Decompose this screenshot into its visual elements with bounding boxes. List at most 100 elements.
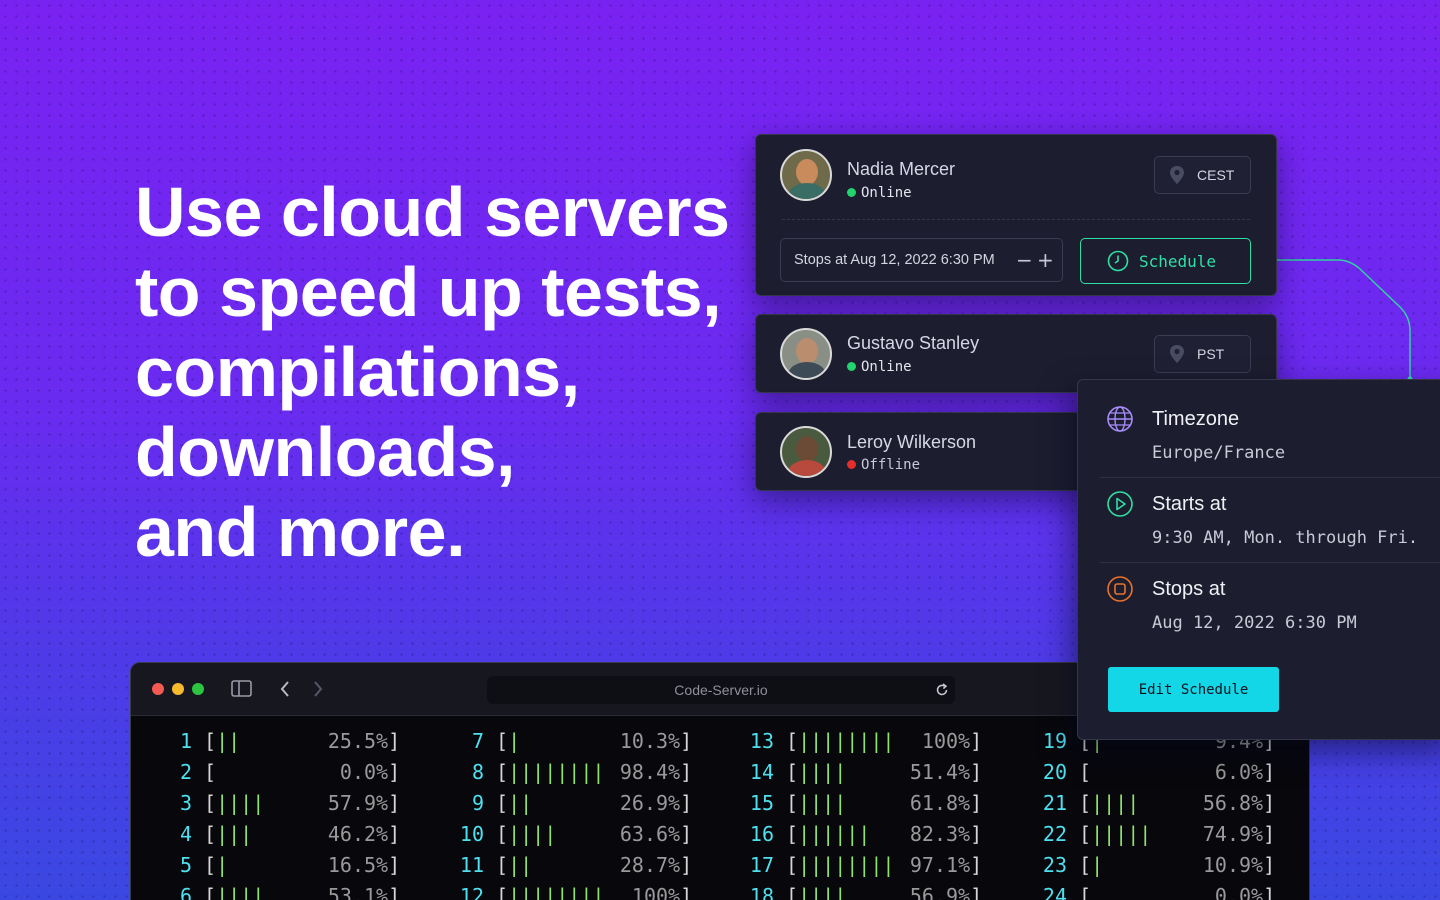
- cpu-core-number: 16: [749, 822, 774, 846]
- cpu-core-row: 20 [6.0%]: [1041, 760, 1275, 784]
- status-dot: [847, 188, 856, 197]
- increment-button[interactable]: +: [1037, 248, 1054, 272]
- stop-circle-icon: [1107, 576, 1133, 602]
- headline-line: Use cloud servers: [135, 173, 730, 251]
- timezone-button[interactable]: PST: [1154, 335, 1251, 373]
- timezone-value: Europe/France: [1152, 443, 1286, 463]
- cpu-core-number: 5: [179, 853, 192, 877]
- chevron-left-icon[interactable]: [279, 680, 291, 698]
- bracket: ]: [388, 884, 401, 900]
- cpu-usage-percent: 10.3%: [619, 729, 681, 753]
- cpu-core-number: 24: [1042, 884, 1067, 900]
- cpu-usage-bars: ||||||||: [508, 884, 605, 900]
- stops-at-value: Stops at Aug 12, 2022 6:30 PM: [794, 252, 995, 268]
- cpu-usage-bars: |||: [216, 822, 253, 846]
- cpu-core-number: 22: [1042, 822, 1067, 846]
- timezone-label: CEST: [1197, 167, 1235, 183]
- minimize-window-button[interactable]: [172, 683, 184, 695]
- bracket: ]: [1263, 884, 1276, 900]
- cpu-usage-percent: 57.9%: [327, 791, 389, 815]
- cpu-usage-percent: 100%: [631, 884, 681, 900]
- cpu-usage-percent: 56.8%: [1202, 791, 1264, 815]
- timezone-button[interactable]: CEST: [1154, 156, 1251, 194]
- sidebar-toggle-icon[interactable]: [231, 680, 252, 697]
- bracket: ]: [680, 853, 693, 877]
- avatar: [780, 149, 832, 201]
- cpu-usage-bars: |||||: [1091, 822, 1152, 846]
- cpu-core-row: 7 [| 10.3%]: [458, 729, 692, 753]
- cpu-core-row: 3 [|||| 57.9%]: [166, 791, 400, 815]
- headline-line: to speed up tests,: [135, 253, 722, 331]
- cpu-core-number: 11: [459, 853, 484, 877]
- bracket: [: [484, 760, 509, 784]
- cpu-core-number: 20: [1042, 760, 1067, 784]
- bracket: ]: [680, 791, 693, 815]
- edit-schedule-button[interactable]: Edit Schedule: [1108, 667, 1279, 712]
- cpu-core-row: 18 [|||| 56.9%]: [748, 884, 982, 900]
- bracket: [: [484, 853, 509, 877]
- cpu-usage-bars: ||||: [216, 791, 265, 815]
- cpu-usage-percent: 63.6%: [619, 822, 681, 846]
- cpu-core-row: 16 [|||||| 82.3%]: [748, 822, 982, 846]
- bracket: ]: [970, 884, 983, 900]
- hero-headline: Use cloud servers to speed up tests, com…: [135, 172, 735, 572]
- clock-icon: [1107, 250, 1129, 272]
- status-text: Online: [861, 185, 912, 201]
- cpu-usage-bars: ||||||||: [798, 853, 895, 877]
- server-card-nadia-mercer[interactable]: Nadia Mercer Online CEST Stops at Aug 12…: [755, 134, 1277, 296]
- cpu-usage-bars: ||||: [508, 822, 557, 846]
- cpu-usage-percent: 10.9%: [1202, 853, 1264, 877]
- server-card-leroy-wilkerson[interactable]: Leroy Wilkerson Offline: [755, 412, 1095, 491]
- bracket: ]: [1263, 822, 1276, 846]
- status-indicator: Online: [847, 185, 912, 201]
- cpu-usage-percent: 82.3%: [909, 822, 971, 846]
- status-dot: [847, 460, 856, 469]
- play-circle-icon: [1107, 491, 1133, 517]
- schedule-button[interactable]: Schedule: [1080, 238, 1251, 284]
- cpu-usage-bars: ||: [216, 729, 241, 753]
- close-window-button[interactable]: [152, 683, 164, 695]
- bracket: [: [1067, 791, 1092, 815]
- chevron-right-icon[interactable]: [312, 680, 324, 698]
- cpu-core-number: 6: [179, 884, 192, 900]
- status-indicator: Offline: [847, 457, 920, 473]
- cpu-usage-percent: 25.5%: [327, 729, 389, 753]
- bracket: [: [192, 791, 217, 815]
- cpu-usage-bars: ||||||: [798, 822, 871, 846]
- globe-icon: [1107, 406, 1133, 432]
- status-text: Offline: [861, 457, 921, 473]
- bracket: ]: [970, 822, 983, 846]
- cpu-core-number: 10: [459, 822, 484, 846]
- cpu-usage-percent: 61.8%: [909, 791, 971, 815]
- address-bar[interactable]: Code-Server.io: [487, 676, 955, 704]
- cpu-core-row: 12 [|||||||| 100%]: [458, 884, 692, 900]
- cpu-core-row: 13 [|||||||| 100%]: [748, 729, 982, 753]
- cpu-core-number: 8: [471, 760, 484, 784]
- bracket: [: [1067, 760, 1092, 784]
- bracket: ]: [680, 760, 693, 784]
- cpu-core-row: 21 [|||| 56.8%]: [1041, 791, 1275, 815]
- bracket: [: [1067, 822, 1092, 846]
- timezone-label: PST: [1197, 346, 1225, 362]
- cpu-core-row: 2 [0.0%]: [166, 760, 400, 784]
- starts-at-value: 9:30 AM, Mon. through Fri.: [1152, 528, 1419, 548]
- reload-icon[interactable]: [935, 683, 949, 697]
- cpu-core-row: 24 [0.0%]: [1041, 884, 1275, 900]
- bracket: [: [774, 853, 799, 877]
- cpu-usage-bars: |: [508, 729, 521, 753]
- bracket: ]: [680, 822, 693, 846]
- status-indicator: Online: [847, 359, 912, 375]
- cpu-usage-percent: 97.1%: [909, 853, 971, 877]
- bracket: ]: [680, 884, 693, 900]
- cpu-usage-percent: 0.0%: [339, 760, 389, 784]
- cpu-core-row: 5 [| 16.5%]: [166, 853, 400, 877]
- cpu-usage-bars: ||||: [1091, 791, 1140, 815]
- decrement-button[interactable]: −: [1016, 248, 1033, 272]
- bracket: ]: [388, 853, 401, 877]
- cpu-core-row: 11 [|| 28.7%]: [458, 853, 692, 877]
- cpu-core-row: 10 [|||| 63.6%]: [458, 822, 692, 846]
- stops-at-heading: Stops at: [1152, 578, 1226, 600]
- maximize-window-button[interactable]: [192, 683, 204, 695]
- bracket: ]: [1263, 791, 1276, 815]
- cpu-usage-percent: 26.9%: [619, 791, 681, 815]
